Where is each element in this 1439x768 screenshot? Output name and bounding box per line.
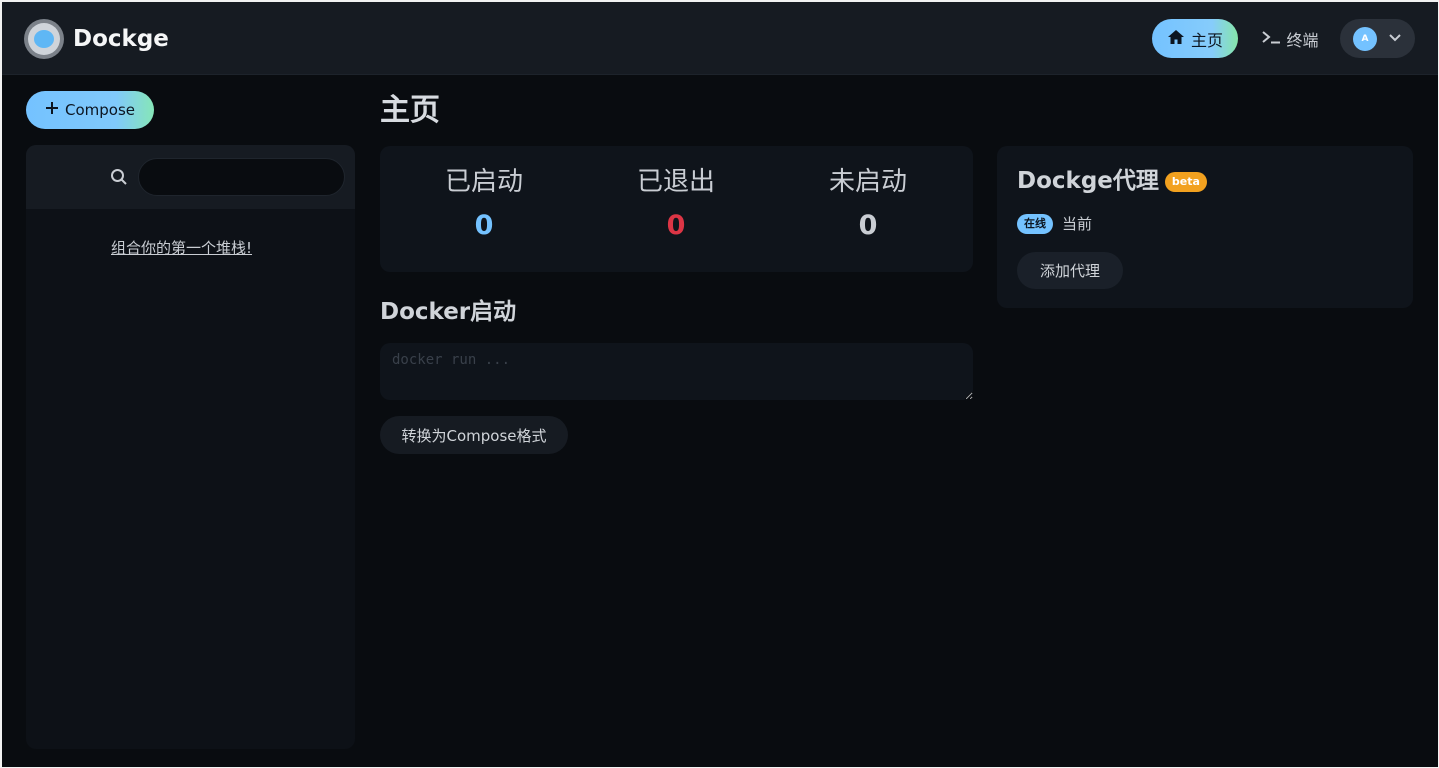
nav-home-button[interactable]: 主页 — [1152, 19, 1238, 58]
agent-item[interactable]: 在线 当前 — [1017, 213, 1092, 234]
create-first-stack-link[interactable]: 组合你的第一个堆栈! — [111, 237, 252, 258]
compose-button-label: Compose — [64, 101, 135, 119]
dockge-logo-icon[interactable] — [24, 19, 64, 59]
avatar: A — [1353, 27, 1377, 51]
agent-name: 当前 — [1062, 215, 1093, 233]
brand-name[interactable]: Dockge — [73, 25, 169, 53]
agents-title-text: Dockge代理 — [1017, 168, 1159, 194]
page-title: 主页 — [380, 93, 440, 128]
convert-to-compose-button[interactable]: 转换为Compose格式 — [380, 416, 568, 454]
stack-list-panel: 组合你的第一个堆栈! — [26, 145, 355, 749]
home-icon — [1167, 29, 1185, 49]
stat-label: 已启动 — [444, 167, 523, 197]
stat-value: 0 — [474, 210, 494, 241]
terminal-icon — [1261, 29, 1281, 49]
stat-label: 未启动 — [828, 167, 907, 197]
stat-value: 0 — [666, 210, 686, 241]
plus-icon — [45, 101, 59, 119]
docker-run-input[interactable] — [380, 343, 973, 400]
chevron-down-icon — [1388, 30, 1402, 50]
stat-label: 已退出 — [636, 167, 715, 197]
stack-search-bar — [26, 145, 355, 209]
stat-exited: 已退出 0 — [586, 164, 766, 242]
stat-value: 0 — [858, 210, 878, 241]
agents-card: Dockge代理 beta 在线 当前 添加代理 — [997, 146, 1413, 308]
search-icon — [110, 168, 128, 190]
nav-home-label: 主页 — [1190, 30, 1223, 50]
stat-inactive: 未启动 0 — [778, 164, 958, 242]
profile-dropdown[interactable]: A — [1340, 19, 1415, 58]
top-navbar: Dockge 主页 终端 A — [0, 0, 1439, 75]
docker-run-heading: Docker启动 — [380, 299, 517, 325]
compose-button[interactable]: Compose — [26, 91, 154, 129]
stat-active: 已启动 0 — [394, 164, 574, 242]
search-input[interactable] — [138, 158, 345, 196]
beta-badge: beta — [1164, 171, 1207, 192]
nav-terminal-button[interactable]: 终端 — [1252, 19, 1328, 58]
nav-terminal-label: 终端 — [1286, 30, 1319, 50]
agents-title: Dockge代理 beta — [1017, 166, 1207, 196]
online-status-badge: 在线 — [1017, 213, 1053, 234]
add-agent-button[interactable]: 添加代理 — [1017, 252, 1123, 289]
stack-stats-card: 已启动 0 已退出 0 未启动 0 — [380, 146, 973, 272]
